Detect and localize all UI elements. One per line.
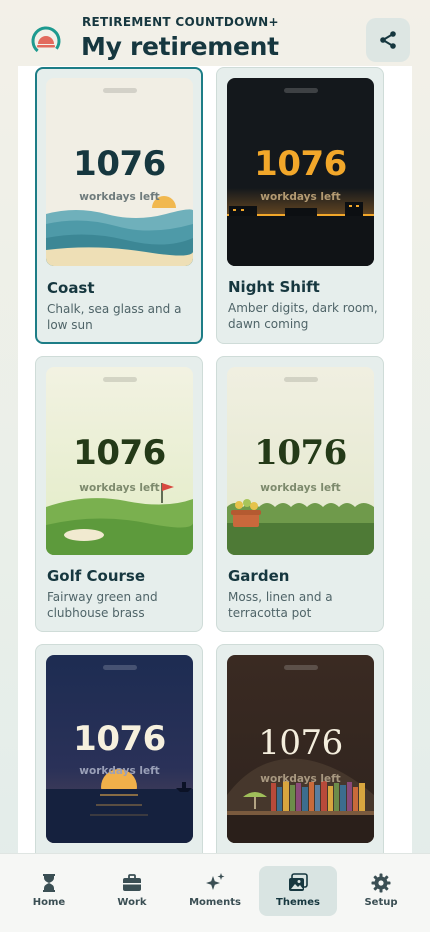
theme-card-garden[interactable]: 1076 workdays left Garden Moss, linen an… bbox=[216, 356, 384, 632]
preview-subtitle: workdays left bbox=[260, 773, 341, 785]
preview-subtitle: workdays left bbox=[79, 765, 160, 777]
preview-subtitle: workdays left bbox=[79, 482, 160, 494]
theme-card-night-shift[interactable]: 1076 workdays left Night Shift Amber dig… bbox=[216, 67, 384, 344]
preview-notch bbox=[103, 665, 137, 670]
preview-notch bbox=[103, 377, 137, 382]
theme-preview-harbor-dusk: 1076 workdays left bbox=[46, 655, 193, 843]
preview-count: 1076 bbox=[254, 144, 347, 184]
preview-count: 1076 bbox=[73, 719, 166, 759]
app-name: RETIREMENT COUNTDOWN+ bbox=[82, 15, 279, 29]
preview-count: 1076 bbox=[73, 144, 166, 184]
preview-notch bbox=[284, 377, 318, 382]
share-button[interactable] bbox=[366, 18, 410, 62]
app-header: RETIREMENT COUNTDOWN+ My retirement bbox=[0, 0, 430, 66]
theme-card-golf-course[interactable]: 1076 workdays left Golf Course Fairway g… bbox=[35, 356, 203, 632]
preview-notch bbox=[284, 665, 318, 670]
nav-label: Work bbox=[117, 897, 147, 908]
nav-label: Moments bbox=[189, 897, 241, 908]
theme-title: Night Shift bbox=[228, 278, 320, 296]
preview-count: 1076 bbox=[254, 433, 347, 473]
theme-preview-coast: 1076 workdays left bbox=[46, 78, 193, 266]
preview-count: 1076 bbox=[73, 433, 166, 473]
theme-preview-library: 1076 workdays left bbox=[227, 655, 374, 843]
theme-description: Moss, linen and a terracotta pot bbox=[228, 590, 333, 620]
nav-label: Themes bbox=[276, 897, 320, 908]
gear-icon bbox=[371, 873, 391, 893]
theme-card-harbor-dusk[interactable]: 1076 workdays left bbox=[35, 644, 203, 858]
nav-themes[interactable]: Themes bbox=[259, 866, 337, 916]
theme-title: Golf Course bbox=[47, 567, 145, 585]
nav-setup[interactable]: Setup bbox=[342, 866, 420, 916]
page-title: My retirement bbox=[81, 32, 279, 61]
theme-grid: 1076 workdays left Coast Chalk, sea glas… bbox=[18, 66, 412, 858]
preview-subtitle: workdays left bbox=[260, 191, 341, 203]
theme-title: Garden bbox=[228, 567, 290, 585]
nav-work[interactable]: Work bbox=[93, 866, 171, 916]
preview-notch bbox=[103, 88, 137, 93]
bottom-navigation: Home Work Moments Themes Setup bbox=[0, 853, 430, 932]
theme-description: Amber digits, dark room, dawn coming bbox=[228, 301, 378, 331]
nav-home[interactable]: Home bbox=[10, 866, 88, 916]
theme-title: Coast bbox=[47, 279, 95, 297]
preview-notch bbox=[284, 88, 318, 93]
preview-subtitle: workdays left bbox=[79, 191, 160, 203]
theme-card-coast[interactable]: 1076 workdays left Coast Chalk, sea glas… bbox=[35, 67, 203, 344]
hourglass-icon bbox=[43, 874, 55, 892]
sparkles-icon bbox=[206, 873, 225, 890]
nav-moments[interactable]: Moments bbox=[176, 866, 254, 916]
share-icon bbox=[380, 31, 396, 49]
preview-subtitle: workdays left bbox=[260, 482, 341, 494]
theme-preview-golf-course: 1076 workdays left bbox=[46, 367, 193, 555]
briefcase-icon bbox=[123, 874, 141, 891]
theme-preview-garden: 1076 workdays left bbox=[227, 367, 374, 555]
theme-card-library[interactable]: 1076 workdays left bbox=[216, 644, 384, 858]
theme-description: Chalk, sea glass and a low sun bbox=[47, 302, 182, 332]
nav-label: Setup bbox=[364, 897, 398, 908]
preview-count: 1076 bbox=[258, 723, 343, 763]
theme-description: Fairway green and clubhouse brass bbox=[47, 590, 158, 620]
sunrise-logo-icon bbox=[31, 26, 61, 56]
photo-gallery-icon bbox=[289, 873, 308, 891]
nav-label: Home bbox=[32, 897, 66, 908]
theme-preview-night-shift: 1076 workdays left bbox=[227, 78, 374, 266]
